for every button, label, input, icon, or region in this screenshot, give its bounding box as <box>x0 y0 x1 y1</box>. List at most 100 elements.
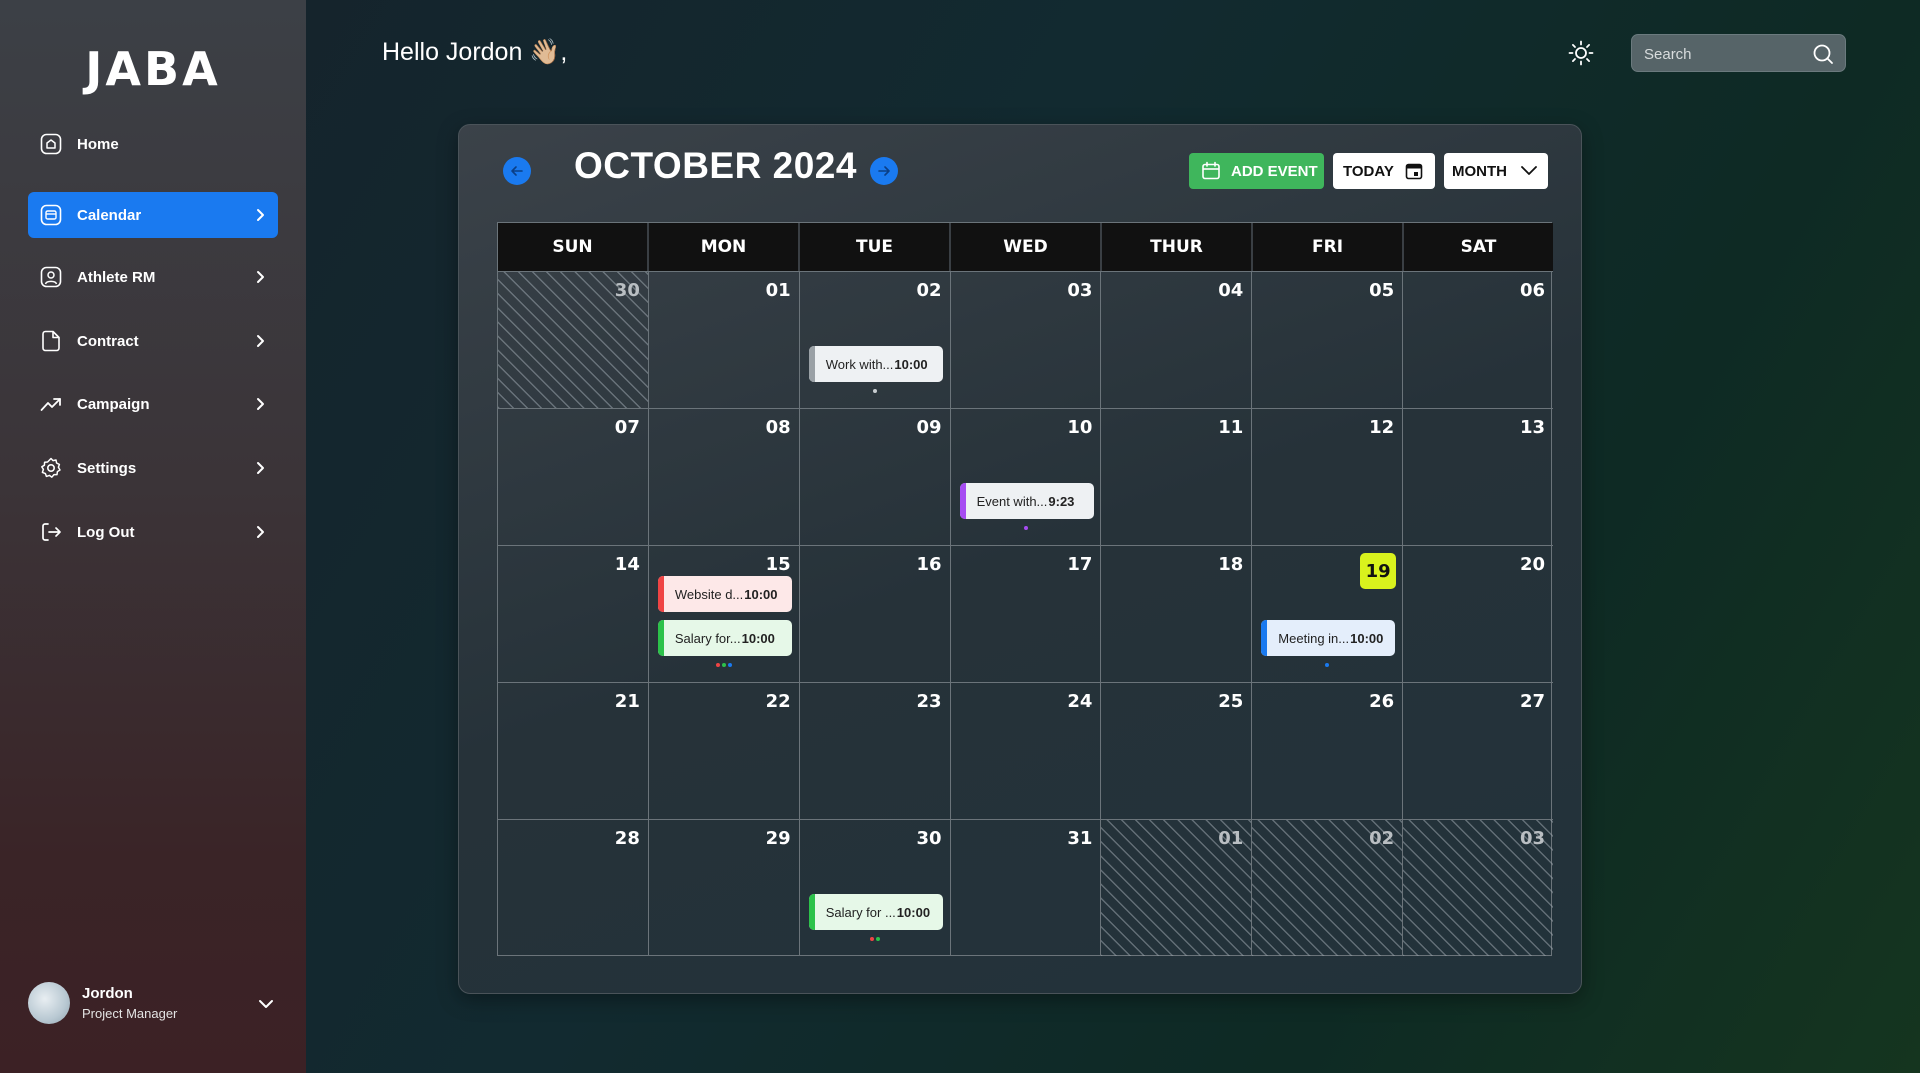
weekday-label: MON <box>649 223 800 271</box>
calendar-day[interactable]: 18 <box>1101 545 1253 682</box>
calendar-day[interactable]: 06 <box>1403 271 1554 408</box>
calendar-week-row: 07 08 09 10 Event with... 9:23 11 12 13 <box>498 408 1554 545</box>
day-number: 01 <box>1218 828 1244 849</box>
sidebar-item-campaign[interactable]: Campaign <box>28 381 278 427</box>
day-number: 07 <box>614 417 640 438</box>
chevron-down-icon <box>1521 166 1537 175</box>
sidebar-item-calendar[interactable]: Calendar <box>28 192 278 238</box>
add-event-button[interactable]: ADD EVENT <box>1189 153 1324 189</box>
day-number: 22 <box>765 691 791 712</box>
calendar-event[interactable]: Meeting in... 10:00 <box>1261 620 1396 656</box>
calendar-day[interactable]: 12 <box>1252 408 1404 545</box>
chevron-down-icon[interactable] <box>256 994 276 1014</box>
user-profile[interactable]: Jordon Project Manager <box>28 982 278 1026</box>
brand-logo[interactable]: JABA <box>0 42 306 96</box>
calendar-week-row: 14 15 Website d... 10:00 Salary for... 10:00 1… <box>498 545 1554 682</box>
view-select-label: MONTH <box>1452 162 1507 180</box>
calendar-day[interactable]: 09 <box>799 408 951 545</box>
day-number: 25 <box>1218 691 1244 712</box>
calendar-weeks: 30 01 02 Work with... 10:00 03 04 05 06 07 08 09 10 E… <box>498 271 1554 956</box>
calendar-day-outside-month[interactable]: 30 <box>498 271 649 408</box>
calendar-day[interactable]: 01 <box>648 271 800 408</box>
calendar-day[interactable]: 11 <box>1101 408 1253 545</box>
calendar-day[interactable]: 05 <box>1252 271 1404 408</box>
calendar-week-row: 28 29 30 Salary for ... 10:00 31 01 02 03 <box>498 819 1554 956</box>
event-dot <box>1023 526 1028 530</box>
prev-month-button[interactable] <box>503 157 531 185</box>
event-time: 10:00 <box>744 586 778 602</box>
calendar-day[interactable]: 02 Work with... 10:00 <box>799 271 951 408</box>
sidebar-item-log-out[interactable]: Log Out <box>28 509 278 555</box>
calendar-day[interactable]: 22 <box>648 682 800 819</box>
avatar[interactable] <box>28 982 70 1024</box>
calendar-event[interactable]: Work with... 10:00 <box>808 346 943 382</box>
sidebar-item-label: Calendar <box>77 206 142 224</box>
calendar-day[interactable]: 03 <box>950 271 1102 408</box>
chevron-right-icon <box>257 209 264 221</box>
calendar-day[interactable]: 10 Event with... 9:23 <box>950 408 1102 545</box>
calendar-day[interactable]: 31 <box>950 819 1102 956</box>
page-greeting: Hello Jordon 👋🏼, <box>382 38 568 66</box>
calendar-day-outside-month[interactable]: 03 <box>1403 819 1554 956</box>
event-time: 10:00 <box>894 356 928 372</box>
event-indicator-dots <box>649 663 799 667</box>
event-indicator-dots <box>800 389 950 393</box>
calendar-day[interactable]: 23 <box>799 682 951 819</box>
weekday-label: SAT <box>1460 237 1497 257</box>
day-number: 01 <box>765 280 791 301</box>
sidebar-item-label: Log Out <box>77 523 135 541</box>
calendar-day[interactable]: 07 <box>498 408 649 545</box>
theme-toggle-sun-icon[interactable] <box>1568 40 1594 66</box>
today-button[interactable]: TODAY <box>1333 153 1435 189</box>
search-box[interactable] <box>1631 34 1846 72</box>
calendar-day[interactable]: 15 Website d... 10:00 Salary for... 10:00 <box>648 545 800 682</box>
calendar-event[interactable]: Salary for ... 10:00 <box>808 894 943 930</box>
calendar-day[interactable]: 14 <box>498 545 649 682</box>
sidebar-item-home[interactable]: Home <box>28 121 278 167</box>
calendar-event[interactable]: Website d... 10:00 <box>657 576 792 612</box>
calendar-day[interactable]: 29 <box>648 819 800 956</box>
calendar-day[interactable]: 20 <box>1403 545 1554 682</box>
document-icon <box>39 329 63 353</box>
search-input[interactable] <box>1644 44 1804 64</box>
calendar-day[interactable]: 30 Salary for ... 10:00 <box>799 819 951 956</box>
sidebar-item-contract[interactable]: Contract <box>28 318 278 364</box>
day-number: 20 <box>1519 554 1546 575</box>
day-number: 11 <box>1218 417 1244 438</box>
next-month-button[interactable] <box>870 157 898 185</box>
calendar-day[interactable]: 13 <box>1403 408 1554 545</box>
calendar-event[interactable]: Event with... 9:23 <box>959 483 1094 519</box>
day-number: 15 <box>765 554 791 575</box>
calendar-day[interactable]: 08 <box>648 408 800 545</box>
day-number: 03 <box>1519 828 1546 849</box>
calendar-day[interactable]: 27 <box>1403 682 1554 819</box>
user-role: Project Manager <box>82 1006 178 1021</box>
calendar-day[interactable]: 04 <box>1101 271 1253 408</box>
calendar-event[interactable]: Salary for... 10:00 <box>657 620 792 656</box>
day-number: 10 <box>1067 417 1093 438</box>
event-title: Salary for... <box>674 630 741 646</box>
calendar-day[interactable]: 25 <box>1101 682 1253 819</box>
calendar-day[interactable]: 26 <box>1252 682 1404 819</box>
event-dot <box>715 663 720 667</box>
event-dot <box>727 663 732 667</box>
calendar-day[interactable]: 17 <box>950 545 1102 682</box>
calendar-day[interactable]: 19 Meeting in... 10:00 <box>1252 545 1404 682</box>
weekday-header: SUN MON TUE WED THUR FRI SAT <box>498 223 1553 271</box>
sidebar-item-label: Home <box>77 135 119 153</box>
sidebar-item-settings[interactable]: Settings <box>28 445 278 491</box>
calendar-day-outside-month[interactable]: 02 <box>1252 819 1404 956</box>
calendar-plus-icon <box>1202 161 1220 180</box>
day-number: 30 <box>916 828 942 849</box>
calendar-day[interactable]: 21 <box>498 682 649 819</box>
day-number: 08 <box>765 417 791 438</box>
calendar-day-outside-month[interactable]: 01 <box>1101 819 1253 956</box>
search-icon[interactable] <box>1812 43 1834 65</box>
view-select[interactable]: MONTH <box>1444 153 1548 189</box>
calendar-day[interactable]: 16 <box>799 545 951 682</box>
calendar-day[interactable]: 28 <box>498 819 649 956</box>
calendar-week-row: 30 01 02 Work with... 10:00 03 04 05 06 <box>498 271 1554 408</box>
calendar-day[interactable]: 24 <box>950 682 1102 819</box>
month-title: OCTOBER 2024 <box>574 145 857 186</box>
sidebar-item-athlete-rm[interactable]: Athlete RM <box>28 254 278 300</box>
